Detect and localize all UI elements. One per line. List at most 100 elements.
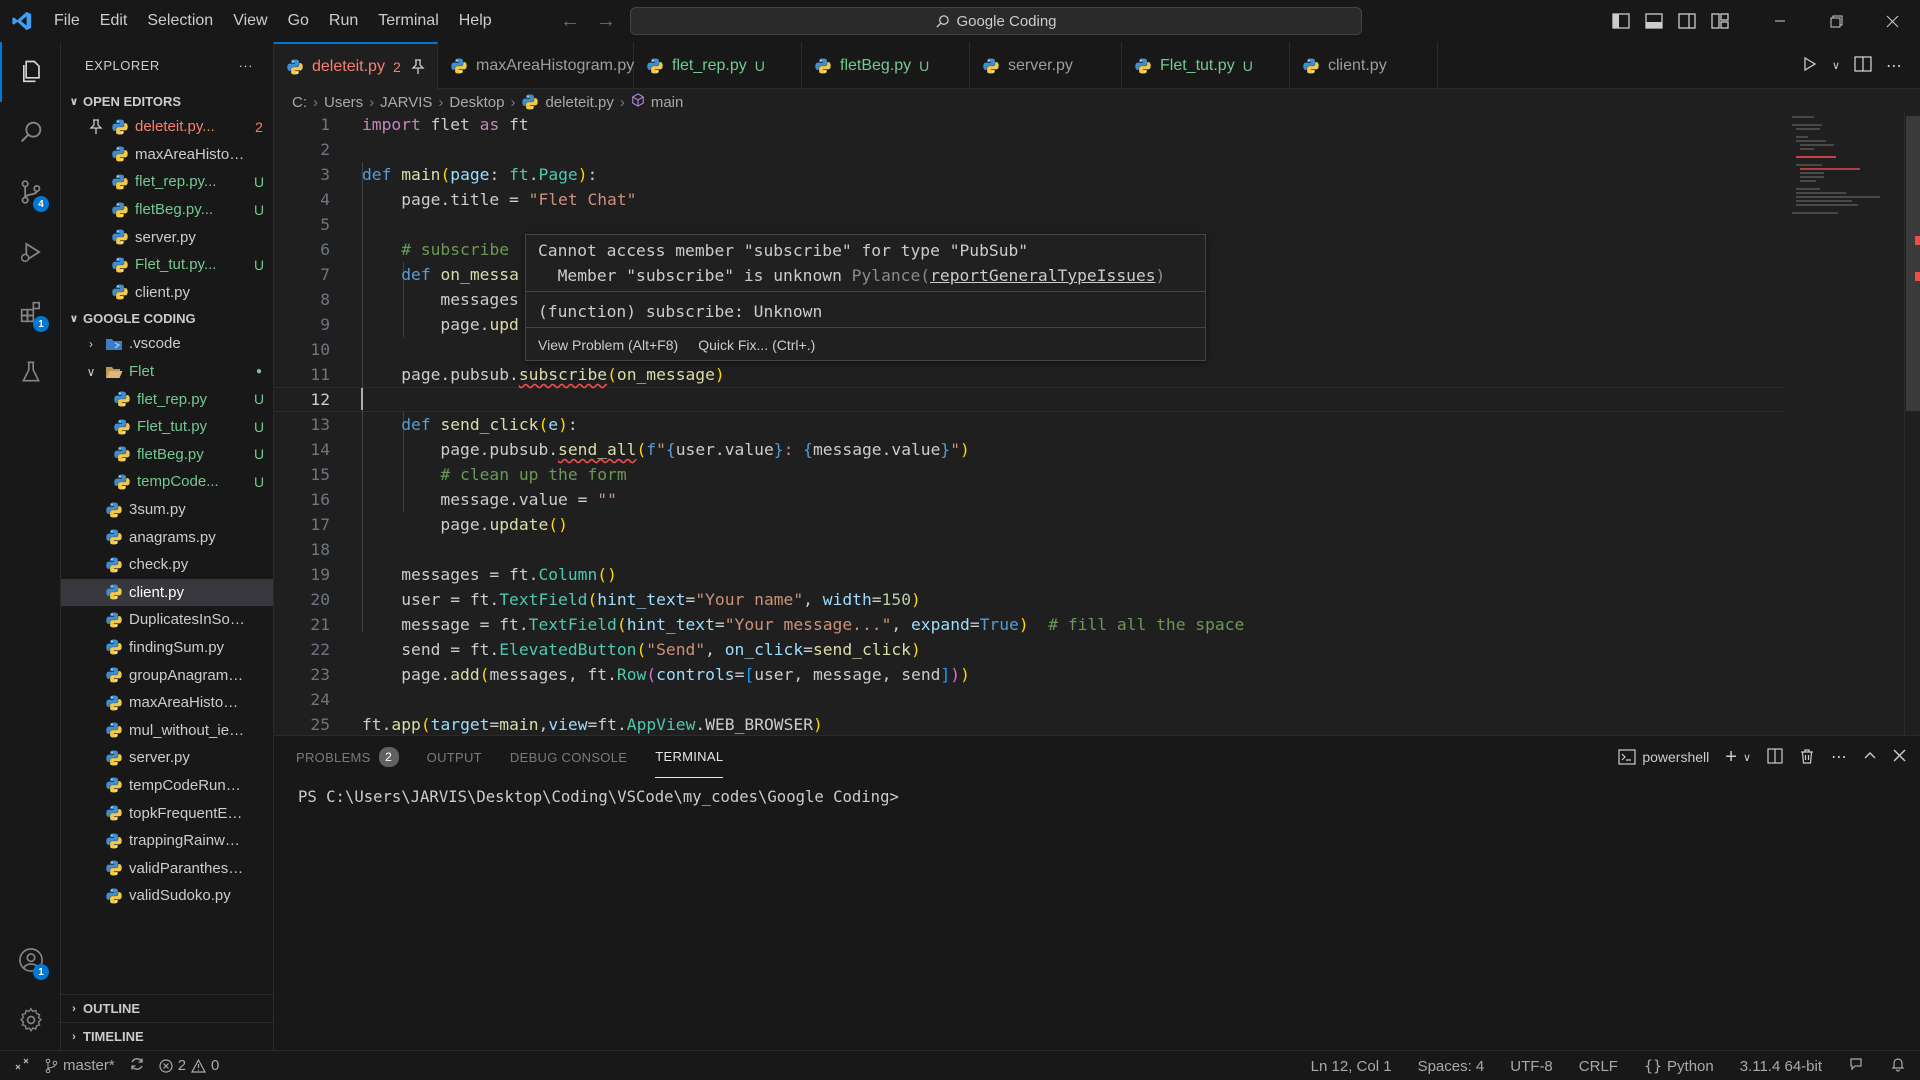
quick-fix-link[interactable]: Quick Fix... (Ctrl+.) — [698, 337, 815, 353]
editor-tab[interactable]: maxAreaHistogram.py — [438, 42, 634, 89]
editor-tab[interactable]: fletBeg.py U — [802, 42, 970, 89]
menu-selection[interactable]: Selection — [137, 0, 223, 42]
split-editor-icon[interactable] — [1854, 55, 1872, 76]
terminal-shell-selector[interactable]: powershell — [1618, 749, 1709, 765]
toggle-primary-sidebar-icon[interactable] — [1604, 0, 1637, 42]
editor-scrollbar[interactable] — [1904, 112, 1920, 735]
sync-icon[interactable] — [129, 1056, 145, 1076]
breadcrumb-users[interactable]: Users — [324, 94, 363, 111]
tree-file[interactable]: fletBeg.py U — [61, 441, 273, 469]
close-panel-icon[interactable] — [1893, 749, 1906, 765]
chevron-down-icon[interactable]: ∨ — [1832, 59, 1840, 72]
tree-file[interactable]: anagrams.py — [61, 523, 273, 551]
explorer-more-actions[interactable]: ··· — [239, 58, 254, 73]
scrollbar-thumb[interactable] — [1906, 116, 1920, 411]
cursor-position[interactable]: Ln 12, Col 1 — [1311, 1058, 1392, 1075]
tree-file[interactable]: Flet_tut.py U — [61, 413, 273, 441]
editor-tab[interactable]: client.py — [1290, 42, 1438, 89]
customize-layout-icon[interactable] — [1703, 0, 1736, 42]
run-debug-icon[interactable] — [0, 222, 61, 282]
indentation[interactable]: Spaces: 4 — [1418, 1058, 1485, 1075]
chevron-down-icon[interactable]: ∨ — [1743, 751, 1751, 764]
forward-arrow-icon[interactable]: → — [596, 10, 616, 33]
settings-gear-icon[interactable] — [0, 990, 61, 1050]
tree-file[interactable]: client.py — [61, 578, 273, 607]
tree-file[interactable]: server.py — [61, 744, 273, 772]
tree-file[interactable]: DuplicatesInSorte... — [61, 606, 273, 634]
menu-terminal[interactable]: Terminal — [368, 0, 448, 42]
tree-file[interactable]: 3sum.py — [61, 496, 273, 524]
source-control-icon[interactable]: 4 — [0, 162, 61, 222]
outline-header[interactable]: › OUTLINE — [61, 994, 273, 1022]
panel-tab-output[interactable]: OUTPUT — [427, 736, 482, 778]
explorer-icon[interactable] — [0, 42, 61, 102]
encoding[interactable]: UTF-8 — [1510, 1058, 1553, 1075]
tree-file[interactable]: tempCodeRunner... — [61, 772, 273, 800]
python-interpreter[interactable]: 3.11.4 64-bit — [1740, 1058, 1822, 1075]
pin-icon[interactable] — [411, 58, 425, 75]
timeline-header[interactable]: › TIMELINE — [61, 1022, 273, 1050]
language-mode[interactable]: {} Python — [1644, 1057, 1714, 1075]
tree-file[interactable]: validParanthesis.py — [61, 854, 273, 882]
branch-indicator[interactable]: master* — [44, 1057, 115, 1074]
breadcrumb-desktop[interactable]: Desktop — [449, 94, 504, 111]
minimap[interactable] — [1790, 112, 1900, 232]
search-icon[interactable] — [0, 102, 61, 162]
panel-tab-terminal[interactable]: TERMINAL — [655, 736, 724, 778]
problems-indicator[interactable]: 2 0 — [159, 1057, 219, 1074]
view-problem-link[interactable]: View Problem (Alt+F8) — [538, 337, 678, 353]
minimize-button[interactable] — [1752, 0, 1808, 42]
open-editor-item[interactable]: server.py — [61, 223, 273, 251]
back-arrow-icon[interactable]: ← — [560, 10, 580, 33]
command-center-search[interactable]: Google Coding — [630, 7, 1362, 35]
folder-header[interactable]: ∨ GOOGLE CODING — [61, 306, 273, 330]
new-terminal-plus-icon[interactable]: + — [1725, 746, 1737, 769]
run-python-file-icon[interactable] — [1802, 56, 1818, 76]
breadcrumb-user[interactable]: JARVIS — [380, 94, 432, 111]
accounts-icon[interactable]: 1 — [0, 930, 61, 990]
feedback-icon[interactable] — [1848, 1056, 1864, 1076]
tree-file[interactable]: flet_rep.py U — [61, 385, 273, 413]
open-editor-item[interactable]: deleteit.py... 2 — [61, 113, 273, 141]
tree-file[interactable]: topkFrequentEle... — [61, 799, 273, 827]
hover-rule-link[interactable]: reportGeneralTypeIssues — [930, 266, 1155, 285]
notifications-bell-icon[interactable] — [1890, 1056, 1906, 1076]
terminal-output[interactable]: PS C:\Users\JARVIS\Desktop\Coding\VSCode… — [298, 788, 899, 806]
editor-tab[interactable]: flet_rep.py U — [634, 42, 802, 89]
split-terminal-icon[interactable] — [1767, 747, 1783, 767]
panel-tab-problems[interactable]: PROBLEMS 2 — [296, 736, 399, 778]
menu-view[interactable]: View — [223, 0, 277, 42]
tree-file[interactable]: groupAnagrams.py — [61, 661, 273, 689]
remote-indicator-icon[interactable] — [14, 1056, 30, 1076]
open-editor-item[interactable]: maxAreaHistogr... — [61, 141, 273, 169]
tree-file[interactable]: mul_without_iele... — [61, 716, 273, 744]
more-actions-icon[interactable]: ⋯ — [1886, 56, 1902, 76]
end-of-line[interactable]: CRLF — [1579, 1058, 1618, 1075]
open-editor-item[interactable]: fletBeg.py... U — [61, 196, 273, 224]
testing-flask-icon[interactable] — [0, 342, 61, 402]
extensions-icon[interactable]: 1 — [0, 282, 61, 342]
panel-tab-debug-console[interactable]: DEBUG CONSOLE — [510, 736, 627, 778]
breadcrumb-symbol[interactable]: main — [651, 94, 684, 111]
tree-file[interactable]: check.py — [61, 551, 273, 579]
toggle-secondary-sidebar-icon[interactable] — [1670, 0, 1703, 42]
open-editors-header[interactable]: ∨ OPEN EDITORS — [61, 89, 273, 113]
tree-file[interactable]: validSudoko.py — [61, 882, 273, 910]
menu-run[interactable]: Run — [319, 0, 368, 42]
tree-file[interactable]: findingSum.py — [61, 634, 273, 662]
maximize-panel-icon[interactable] — [1863, 749, 1877, 766]
open-editor-item[interactable]: client.py — [61, 279, 273, 307]
code-editor[interactable]: 1 2 3 4 5 6 7 8 9 10 11 12 13 14 15 16 17 18 19 20 21 22 23 24 2… — [274, 112, 1904, 735]
trash-icon[interactable] — [1799, 748, 1815, 767]
editor-tab[interactable]: deleteit.py 2 — [274, 42, 438, 89]
toggle-panel-icon[interactable] — [1637, 0, 1670, 42]
editor-tab[interactable]: Flet_tut.py U — [1122, 42, 1290, 89]
tree-file[interactable]: tempCode... U — [61, 468, 273, 496]
menu-edit[interactable]: Edit — [90, 0, 138, 42]
tree-file[interactable]: trappingRainwate... — [61, 827, 273, 855]
tree-file[interactable]: maxAreaHistogra... — [61, 689, 273, 717]
breadcrumb-drive[interactable]: C: — [292, 94, 307, 111]
restore-button[interactable] — [1808, 0, 1864, 42]
pin-icon[interactable] — [89, 119, 107, 135]
tree-folder[interactable]: › .vscode — [61, 330, 273, 358]
